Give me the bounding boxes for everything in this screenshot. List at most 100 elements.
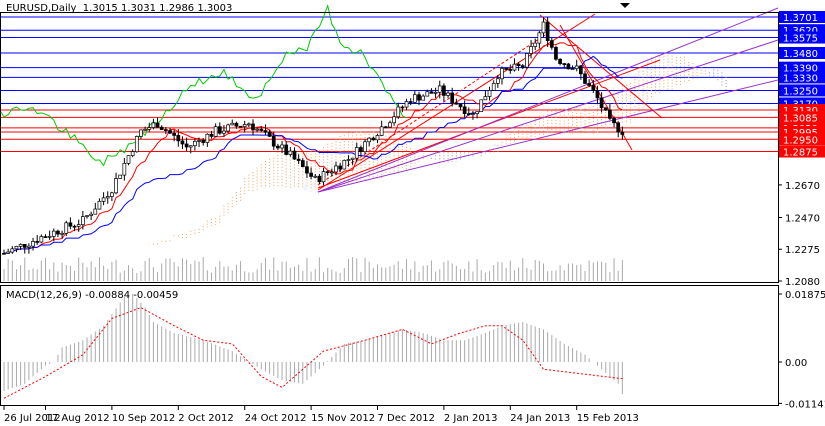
- price-axis-label: 1.2080: [785, 277, 820, 288]
- candle-body: [549, 40, 554, 48]
- candle-body: [313, 175, 318, 178]
- candle-body: [296, 158, 301, 161]
- candle-body: [255, 128, 259, 131]
- candle-body: [118, 174, 123, 179]
- candle-body: [437, 85, 442, 93]
- shift-marker-icon[interactable]: [620, 3, 630, 8]
- candle-body: [479, 99, 484, 113]
- trendline: [559, 24, 633, 151]
- candle-body: [578, 65, 583, 75]
- candle-body: [110, 192, 114, 197]
- candle-body: [562, 63, 567, 65]
- candle-body: [462, 106, 467, 114]
- low-value: 1.2986: [159, 3, 195, 14]
- candle-body: [80, 216, 85, 225]
- candle-body: [122, 163, 127, 176]
- level-label: 1.3250: [783, 86, 818, 97]
- candle-body: [238, 125, 243, 128]
- candle-body: [483, 96, 488, 101]
- candle-body: [56, 230, 60, 235]
- candle-body: [126, 155, 131, 164]
- candle-body: [305, 166, 309, 174]
- candle-body: [263, 130, 268, 133]
- candle-body: [213, 126, 218, 137]
- chart-canvas[interactable]: 1.37011.36201.35751.34801.33901.33301.32…: [0, 0, 825, 426]
- candle-body: [388, 122, 392, 128]
- date-axis-label: 17 Aug 2012: [46, 413, 110, 424]
- candle-body: [359, 147, 363, 153]
- candle-body: [2, 252, 6, 255]
- date-axis-label: 2 Jan 2013: [444, 413, 498, 424]
- candle-body: [346, 159, 351, 161]
- candle-body: [520, 65, 525, 68]
- candle-body: [466, 113, 471, 115]
- candle-body: [616, 122, 621, 133]
- candle-body: [541, 21, 546, 34]
- candle-body: [197, 140, 201, 142]
- candle-body: [101, 197, 106, 202]
- candle-body: [325, 171, 330, 174]
- candle-body: [330, 171, 334, 174]
- candle-body: [14, 245, 19, 250]
- candle-body: [471, 113, 475, 115]
- date-axis-label: 2 Oct 2012: [178, 413, 233, 424]
- candle-body: [321, 171, 326, 183]
- candle-body: [176, 135, 181, 142]
- candle-body: [574, 65, 579, 70]
- candle-body: [558, 58, 562, 64]
- candle-body: [383, 126, 388, 129]
- candle-body: [608, 109, 612, 119]
- candle-body: [309, 172, 313, 177]
- candle-body: [130, 151, 135, 157]
- candle-body: [151, 122, 156, 128]
- candle-body: [259, 128, 264, 131]
- candle-body: [39, 236, 44, 243]
- date-axis-label: 7 Dec 2012: [378, 413, 436, 424]
- candle-body: [64, 222, 69, 234]
- candle-body: [342, 159, 347, 170]
- candle-body: [267, 131, 272, 137]
- candle-body: [230, 122, 235, 126]
- level-label: 1.3701: [783, 13, 818, 24]
- candle-body: [188, 145, 193, 148]
- candle-body: [18, 244, 23, 247]
- candle-body: [300, 160, 305, 168]
- candle-body: [85, 215, 89, 217]
- candle-body: [172, 132, 176, 136]
- macd-axis-label: 0.00: [785, 358, 807, 369]
- candle-body: [491, 83, 496, 91]
- candle-body: [139, 129, 143, 137]
- candle-body: [27, 245, 31, 248]
- candle-body: [379, 126, 384, 136]
- price-axis-label: 1.2275: [785, 245, 820, 256]
- candle-body: [251, 123, 255, 131]
- candle-body: [60, 232, 64, 235]
- date-axis-label: 15 Nov 2012: [311, 413, 375, 424]
- candle-body: [168, 130, 172, 134]
- candle-body: [6, 251, 11, 254]
- price-axis-label: 1.2470: [785, 213, 820, 224]
- candle-body: [317, 175, 322, 183]
- kijun-line: [3, 55, 623, 254]
- candle-body: [421, 95, 425, 101]
- candle-body: [363, 141, 367, 153]
- candle-body: [504, 68, 508, 70]
- macd-signal-line: [3, 307, 623, 399]
- candle-body: [222, 130, 226, 134]
- candle-body: [591, 85, 596, 91]
- candle-body: [583, 73, 587, 84]
- candle-body: [446, 92, 450, 96]
- candle-body: [425, 91, 430, 97]
- candle-body: [525, 53, 529, 68]
- date-axis-label: 15 Feb 2013: [577, 413, 639, 424]
- candle-body: [566, 63, 571, 70]
- tenkan-line: [3, 42, 623, 254]
- candle-body: [603, 107, 608, 111]
- candle-body: [516, 63, 521, 67]
- candle-body: [595, 90, 600, 99]
- level-label: 1.3575: [783, 34, 818, 45]
- candle-body: [201, 140, 206, 143]
- trendline: [317, 39, 779, 193]
- candle-body: [114, 178, 118, 194]
- high-value: 1.3031: [120, 3, 156, 14]
